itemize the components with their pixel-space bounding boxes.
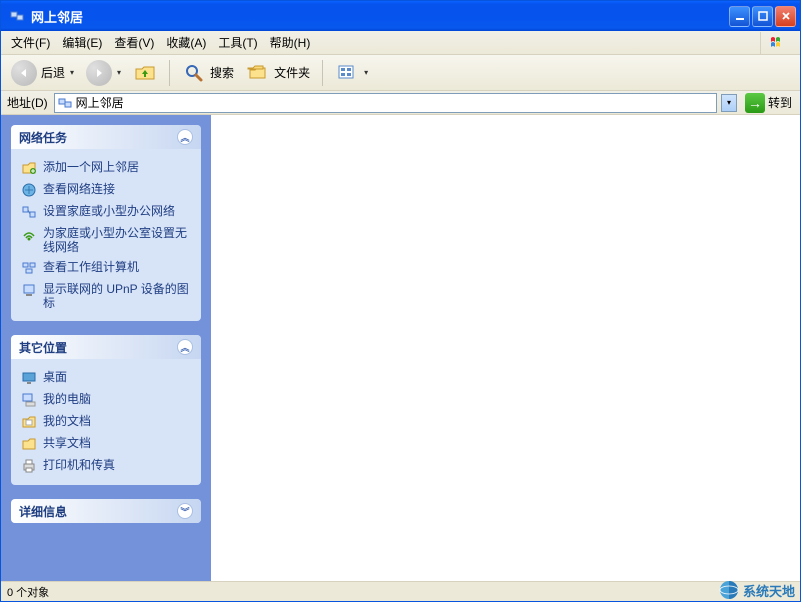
wireless-icon: [21, 226, 37, 242]
go-arrow-icon: →: [745, 93, 765, 113]
panel-header-other[interactable]: 其它位置 ︽: [11, 335, 201, 359]
search-icon: [182, 61, 206, 85]
collapse-icon: ︽: [177, 339, 193, 355]
window-title: 网上邻居: [29, 7, 729, 26]
network-connections-icon: [21, 182, 37, 198]
up-button[interactable]: [129, 59, 161, 87]
folders-icon: [246, 61, 270, 85]
expand-icon: ︾: [177, 503, 193, 519]
go-button[interactable]: → 转到: [741, 93, 796, 113]
folder-up-icon: [133, 61, 157, 85]
location-icon: [57, 95, 73, 111]
address-bar: 地址(D) 网上邻居 ▾ → 转到: [1, 91, 800, 115]
task-setup-network[interactable]: 设置家庭或小型办公网络: [21, 201, 191, 223]
task-view-workgroup[interactable]: 查看工作组计算机: [21, 257, 191, 279]
forward-button[interactable]: ▾: [82, 58, 125, 88]
windows-flag-icon: [760, 32, 796, 54]
close-button[interactable]: [775, 6, 796, 27]
menu-help[interactable]: 帮助(H): [264, 32, 317, 53]
task-show-upnp[interactable]: 显示联网的 UPnP 设备的图标: [21, 279, 191, 313]
views-button[interactable]: ▾: [331, 59, 372, 87]
back-icon: [11, 60, 37, 86]
chevron-down-icon: ▾: [70, 68, 74, 77]
menu-file[interactable]: 文件(F): [5, 32, 56, 53]
setup-network-icon: [21, 204, 37, 220]
panel-other-places: 其它位置 ︽ 桌面 我的电脑 我的文档: [11, 335, 201, 485]
workgroup-icon: [21, 260, 37, 276]
content-area[interactable]: [211, 115, 800, 581]
address-label: 地址(D): [5, 94, 50, 111]
panel-header-details[interactable]: 详细信息 ︾: [11, 499, 201, 523]
task-view-connections[interactable]: 查看网络连接: [21, 179, 191, 201]
collapse-icon: ︽: [177, 129, 193, 145]
shared-folder-icon: [21, 436, 37, 452]
place-my-computer[interactable]: 我的电脑: [21, 389, 191, 411]
tasks-sidebar: 网络任务 ︽ 添加一个网上邻居 查看网络连接 设置家庭或小型办公网络: [1, 115, 211, 581]
menu-tools[interactable]: 工具(T): [212, 32, 263, 53]
menu-view[interactable]: 查看(V): [108, 32, 160, 53]
minimize-button[interactable]: [729, 6, 750, 27]
add-place-icon: [21, 160, 37, 176]
chevron-down-icon: ▾: [364, 68, 368, 77]
desktop-icon: [21, 370, 37, 386]
documents-icon: [21, 414, 37, 430]
panel-network-tasks: 网络任务 ︽ 添加一个网上邻居 查看网络连接 设置家庭或小型办公网络: [11, 125, 201, 321]
app-icon: [9, 8, 25, 24]
status-bar: 0 个对象: [1, 581, 800, 601]
address-value: 网上邻居: [76, 94, 124, 111]
task-add-network-place[interactable]: 添加一个网上邻居: [21, 157, 191, 179]
folders-button[interactable]: 文件夹: [242, 59, 314, 87]
menu-favorites[interactable]: 收藏(A): [160, 32, 212, 53]
place-my-documents[interactable]: 我的文档: [21, 411, 191, 433]
address-input[interactable]: 网上邻居: [54, 93, 717, 113]
panel-header-network[interactable]: 网络任务 ︽: [11, 125, 201, 149]
forward-icon: [86, 60, 112, 86]
place-desktop[interactable]: 桌面: [21, 367, 191, 389]
address-dropdown[interactable]: ▾: [721, 94, 737, 112]
place-printers[interactable]: 打印机和传真: [21, 455, 191, 477]
chevron-down-icon: ▾: [117, 68, 121, 77]
menu-bar: 文件(F) 编辑(E) 查看(V) 收藏(A) 工具(T) 帮助(H): [1, 31, 800, 55]
maximize-button[interactable]: [752, 6, 773, 27]
panel-details: 详细信息 ︾: [11, 499, 201, 523]
task-setup-wireless[interactable]: 为家庭或小型办公室设置无线网络: [21, 223, 191, 257]
search-button[interactable]: 搜索: [178, 59, 238, 87]
printer-icon: [21, 458, 37, 474]
menu-edit[interactable]: 编辑(E): [56, 32, 108, 53]
views-icon: [335, 61, 359, 85]
computer-icon: [21, 392, 37, 408]
toolbar: 后退 ▾ ▾ 搜索 文件夹 ▾: [1, 55, 800, 91]
status-text: 0 个对象: [7, 584, 49, 600]
upnp-icon: [21, 282, 37, 298]
place-shared-documents[interactable]: 共享文档: [21, 433, 191, 455]
back-button[interactable]: 后退 ▾: [7, 58, 78, 88]
